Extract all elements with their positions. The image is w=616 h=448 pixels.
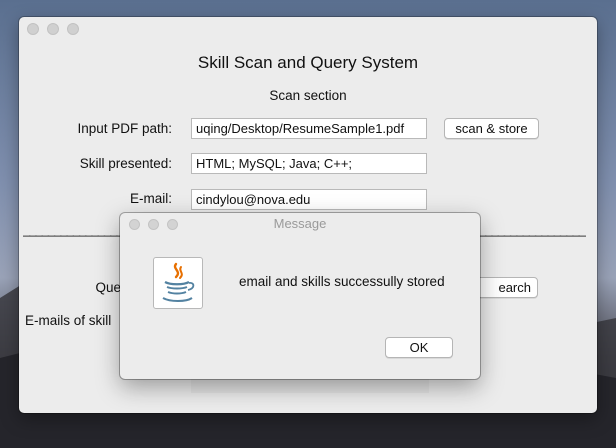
skills-presented-label: Skill presented: — [79, 156, 172, 171]
zoom-window-button[interactable] — [67, 23, 79, 35]
java-icon — [153, 257, 203, 309]
query-label: Que — [95, 280, 121, 295]
email-label: E-mail: — [129, 191, 172, 206]
close-window-button[interactable] — [27, 23, 39, 35]
skills-presented-field[interactable]: HTML; MySQL; Java; C++; — [191, 153, 427, 174]
app-title: Skill Scan and Query System — [197, 53, 419, 72]
message-dialog: Message email and skills successully sto… — [120, 213, 480, 379]
minimize-window-button[interactable] — [47, 23, 59, 35]
email-field[interactable]: cindylou@nova.edu — [191, 189, 427, 210]
dialog-message: email and skills successully stored — [239, 274, 445, 289]
dialog-title: Message — [273, 216, 327, 231]
window-titlebar — [19, 17, 597, 39]
pdf-path-input[interactable]: uqing/Desktop/ResumeSample1.pdf — [191, 118, 427, 139]
ok-button[interactable]: OK — [385, 337, 453, 358]
scan-section-heading: Scan section — [269, 88, 347, 103]
scan-store-button[interactable]: scan & store — [444, 118, 539, 139]
emails-of-skill-label: E-mails of skill — [25, 313, 112, 328]
divider-right: _________________ — [479, 222, 586, 237]
pdf-path-label: Input PDF path: — [77, 121, 172, 136]
